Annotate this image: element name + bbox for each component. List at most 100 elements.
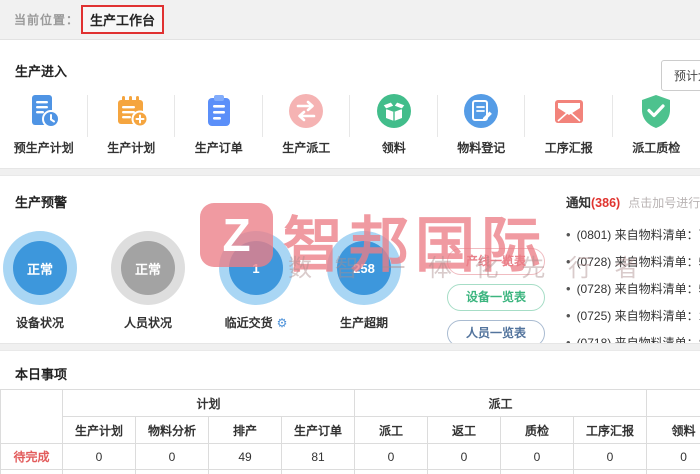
entry-item-label: 物料登记	[457, 139, 505, 156]
section-divider	[0, 168, 700, 176]
gauge-staff-status[interactable]: 正常 人员状况	[111, 231, 185, 331]
notifications-title: 通知	[566, 192, 591, 211]
entry-item-production-order[interactable]: 生产订单	[175, 91, 263, 156]
table-cell-link[interactable]: 0	[647, 444, 700, 470]
entry-item-production-plan[interactable]: 生产计划	[88, 91, 176, 156]
table-cell-link[interactable]: 0	[355, 444, 428, 470]
gear-icon[interactable]: ⚙	[277, 316, 288, 330]
notifications-count-badge: (386)	[591, 196, 620, 210]
column-header: 工序汇报	[574, 417, 647, 444]
gauge-near-delivery[interactable]: 1 临近交货 ⚙	[219, 231, 293, 331]
transfer-arrows-icon	[286, 91, 326, 131]
column-header: 质检	[501, 417, 574, 444]
entry-item-material-pick[interactable]: 领料	[350, 91, 438, 156]
table-cell-link[interactable]: 0	[63, 470, 136, 474]
table-corner-cell	[1, 390, 63, 444]
table-cell-link[interactable]: 0	[428, 470, 501, 474]
gauge-value: 正常	[121, 241, 175, 295]
gauge-value: 1	[229, 241, 283, 295]
entry-item-material-register[interactable]: 物料登记	[438, 91, 526, 156]
table-group-plan: 计划	[63, 390, 355, 417]
table-cell-link[interactable]: 0	[136, 470, 209, 474]
entry-item-label: 预生产计划	[14, 139, 74, 156]
gauge-overdue-production[interactable]: 258 生产超期	[327, 231, 401, 331]
section-title-today-items: 本日事项	[15, 364, 67, 383]
table-group-dispatch: 派工	[355, 390, 647, 417]
gauge-ring: 正常	[111, 231, 185, 305]
column-header: 领料	[647, 417, 700, 444]
table-group-extra	[647, 390, 700, 417]
table-cell-link[interactable]: 0	[574, 444, 647, 470]
column-header: 返工	[428, 417, 501, 444]
section-title-production-entry: 生产进入	[15, 61, 67, 80]
table-cell-link[interactable]: 0	[574, 470, 647, 474]
column-header: 生产订单	[282, 417, 355, 444]
entry-item-pre-production-plan[interactable]: 预生产计划	[0, 91, 88, 156]
row-label-done: 已完成	[1, 470, 63, 474]
column-header: 派工	[355, 417, 428, 444]
notifications-hint: 点击加号进行通知	[628, 194, 700, 211]
column-header: 生产计划	[63, 417, 136, 444]
table-cell-value: 81	[282, 444, 355, 470]
entry-item-label: 生产计划	[107, 139, 155, 156]
open-box-icon	[374, 91, 414, 131]
breadcrumb: 当前位置： 生产工作台	[0, 0, 700, 40]
table-cell-link[interactable]: 0	[647, 470, 700, 474]
section-title-production-alert: 生产预警	[15, 192, 67, 211]
table-cell-link[interactable]: 0	[282, 470, 355, 474]
gauge-label: 临近交货	[225, 314, 273, 331]
column-header: 排产	[209, 417, 282, 444]
gauge-label: 人员状况	[124, 314, 172, 331]
entry-item-label: 工序汇报	[545, 139, 593, 156]
gauge-value: 正常	[13, 241, 67, 295]
doc-pen-icon	[461, 91, 501, 131]
production-line-list-button[interactable]: 产线一览表	[447, 248, 545, 275]
notification-item[interactable]: (0728) 来自物料清单：55	[566, 275, 700, 302]
entry-item-label: 派工质检	[632, 139, 680, 156]
table-cell-link[interactable]: 49	[209, 444, 282, 470]
clipboard-icon	[199, 91, 239, 131]
table-cell-link[interactable]: 0	[501, 444, 574, 470]
alert-gauges: 正常 设备状况 正常 人员状况 1 临近交货 ⚙ 258 生产超期	[3, 231, 435, 331]
gauge-value: 258	[337, 241, 391, 295]
notifications-list: (0801) 来自物料清单：飞 (0728) 来自物料清单：55 (0728) …	[566, 221, 700, 356]
notification-item[interactable]: (0728) 来自物料清单：55	[566, 248, 700, 275]
today-table: 计划 派工 生产计划 物料分析 排产 生产订单 派工 返工 质检 工序汇报 领料…	[0, 389, 700, 474]
doc-clock-icon	[24, 91, 64, 131]
gauge-equipment-status[interactable]: 正常 设备状况	[3, 231, 77, 331]
envelope-icon	[549, 91, 589, 131]
gauge-ring: 1	[219, 231, 293, 305]
row-label-pending: 待完成	[1, 444, 63, 470]
table-cell-link[interactable]: 0	[209, 470, 282, 474]
gauge-ring: 258	[327, 231, 401, 305]
production-entry-section: 生产进入 预计划 预生产计划 生产计划 生产订单 生产派工	[0, 41, 700, 168]
today-items-section: 本日事项 计划 派工 生产计划 物料分析 排产 生产订单 派工 返工 质检 工序…	[0, 351, 700, 474]
gauge-label: 设备状况	[16, 314, 64, 331]
column-header: 物料分析	[136, 417, 209, 444]
calendar-plus-icon	[111, 91, 151, 131]
entry-item-process-report[interactable]: 工序汇报	[525, 91, 613, 156]
gauge-label: 生产超期	[340, 314, 388, 331]
entry-item-label: 生产派工	[282, 139, 330, 156]
gauge-ring: 正常	[3, 231, 77, 305]
notification-item[interactable]: (0801) 来自物料清单：飞	[566, 221, 700, 248]
table-cell-link[interactable]: 0	[355, 470, 428, 474]
notifications-panel: 通知 (386) 点击加号进行通知 (0801) 来自物料清单：飞 (0728)…	[566, 192, 700, 356]
pre-plan-button[interactable]: 预计划	[661, 60, 700, 91]
entry-icon-row: 预生产计划 生产计划 生产订单 生产派工 领料	[0, 91, 700, 156]
entry-item-label: 生产订单	[195, 139, 243, 156]
table-cell-link[interactable]: 0	[428, 444, 501, 470]
entry-item-label: 领料	[382, 139, 406, 156]
breadcrumb-label: 当前位置：	[14, 11, 79, 28]
table-cell-link[interactable]: 0	[501, 470, 574, 474]
entry-item-production-dispatch[interactable]: 生产派工	[263, 91, 351, 156]
shield-check-icon	[636, 91, 676, 131]
production-alert-section: 生产预警 正常 设备状况 正常 人员状况 1 临近交货 ⚙ 258	[0, 176, 700, 343]
breadcrumb-current-page: 生产工作台	[81, 5, 164, 34]
section-divider	[0, 343, 700, 351]
table-cell-link[interactable]: 0	[136, 444, 209, 470]
table-cell-link[interactable]: 0	[63, 444, 136, 470]
notification-item[interactable]: (0725) 来自物料清单：1/	[566, 302, 700, 329]
entry-item-dispatch-qc[interactable]: 派工质检	[613, 91, 700, 156]
equipment-list-button[interactable]: 设备一览表	[447, 284, 545, 311]
